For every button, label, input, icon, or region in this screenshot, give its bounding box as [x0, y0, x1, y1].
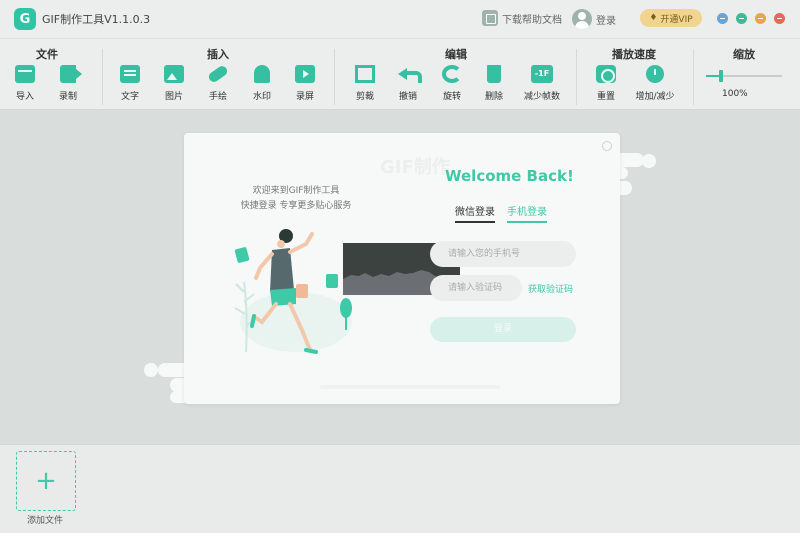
screen-record-button[interactable]: 录屏 [285, 65, 325, 102]
reset-icon [596, 65, 616, 83]
skin-icon[interactable] [717, 13, 728, 24]
undo-icon [398, 65, 422, 83]
image-icon [164, 65, 184, 83]
group-title-insert: 插入 [207, 48, 229, 61]
plus-icon: + [35, 466, 57, 496]
app-logo-icon: G [14, 8, 36, 30]
draw-label: 手绘 [208, 92, 227, 102]
close-button[interactable] [774, 13, 785, 24]
toolbar-divider [576, 49, 577, 105]
cloud-decoration [642, 154, 656, 168]
zoom-value: 100% [722, 89, 748, 99]
zoom-slider[interactable] [706, 70, 782, 82]
reduce-frames-button[interactable]: -1F 减少帧数 [522, 65, 562, 102]
login-button[interactable]: 登录 [572, 9, 616, 29]
help-doc-button[interactable]: 下载帮助文档 [482, 10, 562, 26]
title-bar: G GIF制作工具V1.1.0.3 下载帮助文档 登录 ♦ 开通VIP [0, 0, 800, 38]
stamp-icon [254, 65, 270, 83]
vip-label: 开通VIP [660, 14, 693, 25]
cloud-decoration [144, 363, 158, 377]
rotate-label: 旋转 [442, 92, 461, 102]
diamond-icon: ♦ [649, 13, 658, 23]
help-doc-label: 下载帮助文档 [502, 14, 562, 26]
group-title-file: 文件 [36, 48, 58, 61]
text-button[interactable]: 文字 [110, 65, 150, 102]
watermark-button[interactable]: 水印 [242, 65, 282, 102]
login-submit-button[interactable]: 登录 [430, 317, 576, 342]
welcome-title: Welcome Back! [445, 167, 574, 185]
reduce-frames-label: 减少帧数 [523, 92, 560, 102]
undo-button[interactable]: 撤销 [388, 65, 428, 102]
add-file-button[interactable]: + [16, 451, 76, 511]
welcome-text: 欢迎来到GIF制作工具 快捷登录 专享更多贴心服务 [226, 184, 366, 214]
import-icon [15, 65, 35, 83]
import-button[interactable]: 导入 [5, 65, 45, 102]
frames-strip [0, 444, 800, 533]
welcome-line-1: 欢迎来到GIF制作工具 [252, 186, 340, 196]
vip-button[interactable]: ♦ 开通VIP [640, 9, 702, 27]
group-title-edit: 编辑 [445, 48, 467, 61]
dialog-footer-decoration [320, 385, 500, 389]
speed-icon [646, 65, 664, 83]
group-title-speed: 播放速度 [612, 48, 656, 61]
user-avatar-icon [572, 9, 592, 29]
reduce-frames-icon: -1F [531, 65, 553, 83]
welcome-line-2: 快捷登录 专享更多贴心服务 [240, 201, 352, 211]
dialog-close-icon[interactable] [602, 141, 612, 151]
image-button[interactable]: 图片 [154, 65, 194, 102]
record-button[interactable]: 录制 [48, 65, 88, 102]
reset-speed-button[interactable]: 重置 [586, 65, 626, 102]
crop-button[interactable]: 剪裁 [345, 65, 385, 102]
speed-adjust-button[interactable]: 增加/减少 [635, 65, 675, 102]
tab-phone-login[interactable]: 手机登录 [507, 203, 547, 223]
undo-label: 撤销 [398, 92, 417, 102]
app-title: GIF制作工具V1.1.0.3 [42, 13, 151, 26]
add-file-label: 添加文件 [27, 516, 64, 526]
rotate-button[interactable]: 旋转 [432, 65, 472, 102]
text-label: 文字 [120, 92, 139, 102]
logo-letter: G [19, 11, 31, 27]
image-label: 图片 [164, 92, 183, 102]
zoom-slider-handle[interactable] [719, 70, 724, 82]
pen-icon [206, 64, 230, 84]
delete-label: 删除 [484, 92, 503, 102]
screen-record-label: 录屏 [295, 92, 314, 102]
toolbar: 文件 导入 录制 插入 文字 图片 手绘 水印 录屏 编辑 剪裁 撤销 旋转 删… [0, 38, 800, 110]
document-icon [482, 10, 498, 26]
tab-wechat-login[interactable]: 微信登录 [455, 203, 495, 223]
group-title-zoom: 缩放 [733, 48, 755, 61]
crop-label: 剪裁 [355, 92, 374, 102]
rotate-icon [442, 65, 462, 83]
crop-icon [355, 65, 375, 83]
dialog-ghost-title: GIF制作 [380, 157, 450, 178]
code-input[interactable]: 请输入验证码 [430, 275, 522, 301]
trash-icon [487, 65, 501, 83]
text-icon [120, 65, 140, 83]
phone-input[interactable]: 请输入您的手机号 [430, 241, 576, 267]
import-label: 导入 [15, 92, 34, 102]
record-label: 录制 [58, 92, 77, 102]
delete-button[interactable]: 删除 [474, 65, 514, 102]
watermark-label: 水印 [252, 92, 271, 102]
reset-label: 重置 [596, 92, 615, 102]
toolbar-divider [334, 49, 335, 105]
login-label: 登录 [596, 15, 616, 27]
camera-icon [60, 65, 82, 83]
minimize-button[interactable] [736, 13, 747, 24]
toolbar-divider [693, 49, 694, 105]
toolbar-divider [102, 49, 103, 105]
maximize-button[interactable] [755, 13, 766, 24]
get-code-link[interactable]: 获取验证码 [528, 282, 573, 295]
draw-button[interactable]: 手绘 [198, 64, 238, 102]
speed-adjust-label: 增加/减少 [635, 92, 675, 102]
screen-record-icon [295, 65, 315, 83]
